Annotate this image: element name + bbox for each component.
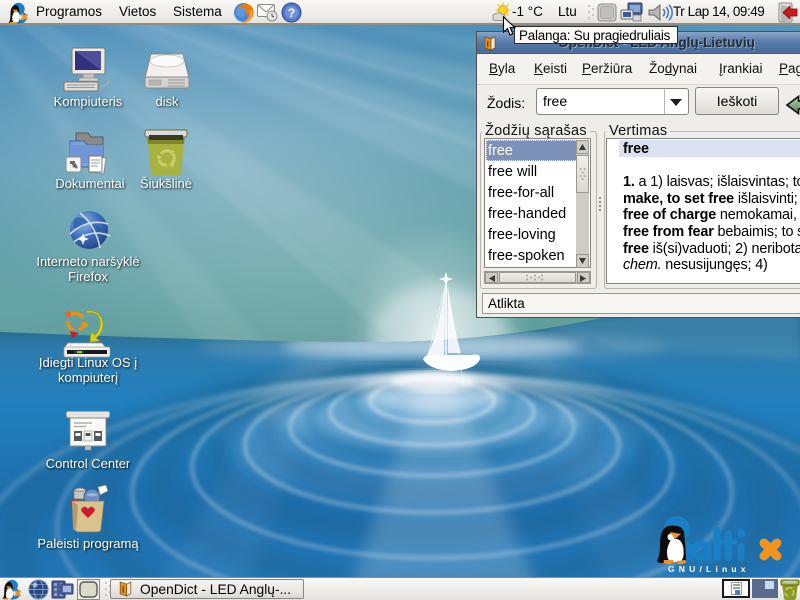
svg-text:GNU/Linux: GNU/Linux bbox=[668, 564, 750, 574]
svg-text:?: ? bbox=[288, 6, 295, 20]
